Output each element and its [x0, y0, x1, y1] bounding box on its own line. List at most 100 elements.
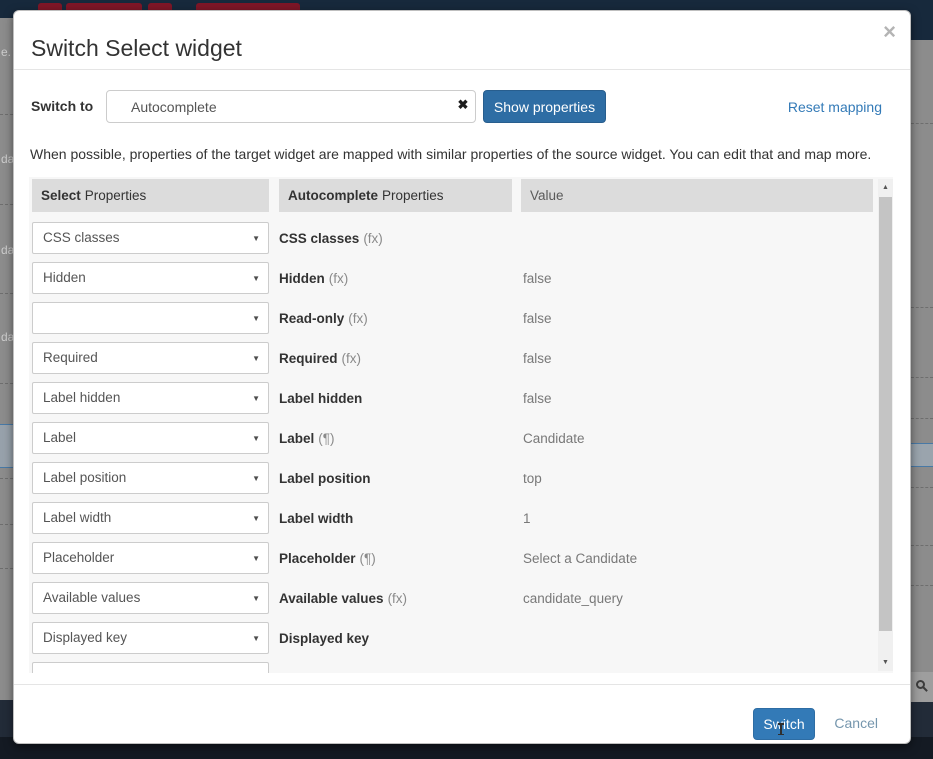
source-property-select-value: Label position [43, 463, 126, 493]
switch-to-input[interactable] [106, 90, 476, 123]
source-property-select[interactable]: Label width ▼ [32, 502, 269, 534]
source-property-select[interactable]: CSS classes▼ [32, 222, 269, 254]
dashed-divider [911, 487, 933, 488]
header-divider [14, 69, 910, 70]
source-property-select[interactable]: Label▼ [32, 422, 269, 454]
switch-to-label: Switch to [31, 98, 93, 114]
scrollbar-thumb[interactable] [879, 197, 892, 631]
dialog-title: Switch Select widget [31, 35, 242, 62]
table-row: Displayed key ▼ Displayed key [29, 618, 878, 658]
target-property-label: Placeholder (¶) [279, 551, 521, 566]
target-property-type-suffix: (¶) [318, 431, 334, 446]
target-property-label: Read-only (fx) [279, 311, 521, 326]
column-header-strong: Select [41, 188, 81, 203]
property-value: false [521, 351, 878, 366]
target-property-label: Label hidden [279, 391, 521, 406]
dashed-divider [0, 568, 13, 569]
target-property-label: Required(fx) [279, 351, 521, 366]
chevron-down-icon: ▼ [252, 354, 260, 363]
table-row: Required▼ Required(fx)false [29, 338, 878, 378]
cancel-link[interactable]: Cancel [834, 715, 878, 731]
dashed-divider [911, 418, 933, 419]
dashed-divider [0, 478, 13, 479]
target-property-name: Label [279, 431, 314, 446]
scroll-up-icon[interactable]: ▲ [878, 179, 893, 196]
dashed-divider [911, 307, 933, 308]
source-property-select-value: Label width [43, 503, 111, 533]
column-header-normal: Value [530, 188, 564, 203]
source-property-select[interactable]: Hidden ▼ [32, 262, 269, 294]
property-value: false [521, 311, 878, 326]
table-row: Label position▼Label positiontop [29, 458, 878, 498]
source-property-select[interactable]: ▼ [32, 662, 269, 673]
chevron-down-icon: ▼ [252, 394, 260, 403]
target-property-label: CSS classes(fx) [279, 231, 521, 246]
property-value: false [521, 271, 878, 286]
column-header-normal: Properties [85, 188, 147, 203]
chevron-down-icon: ▼ [252, 514, 260, 523]
target-property-name: Hidden [279, 271, 325, 286]
dashed-divider [0, 114, 13, 115]
reset-mapping-link[interactable]: Reset mapping [788, 99, 882, 115]
chevron-down-icon: ▼ [252, 594, 260, 603]
source-property-select-value: Displayed key [43, 623, 127, 653]
target-property-label: Label width [279, 511, 521, 526]
dashed-divider [0, 204, 13, 205]
chevron-down-icon: ▼ [252, 474, 260, 483]
background-page [0, 18, 13, 44]
target-property-name: Read-only [279, 311, 344, 326]
target-property-name: Label position [279, 471, 371, 486]
show-properties-button[interactable]: Show properties [483, 90, 606, 123]
table-row: ▼ [29, 658, 878, 673]
source-property-select[interactable]: Required▼ [32, 342, 269, 374]
footer-divider [14, 684, 910, 685]
target-property-name: Label hidden [279, 391, 362, 406]
source-property-select-value: Hidden [43, 263, 86, 293]
target-property-type-suffix: (fx) [348, 311, 368, 326]
table-row: Hidden ▼ Hidden(fx)false [29, 258, 878, 298]
chevron-down-icon: ▼ [252, 274, 260, 283]
source-property-select[interactable]: ▼ [32, 302, 269, 334]
text-cursor [780, 724, 782, 734]
dashed-divider [0, 524, 13, 525]
source-property-select[interactable]: Available values▼ [32, 582, 269, 614]
scroll-down-icon[interactable]: ▼ [878, 654, 893, 671]
table-row: Label▼Label(¶)Candidate [29, 418, 878, 458]
clear-icon[interactable]: ✖ [454, 97, 472, 113]
target-property-type-suffix: (¶) [360, 551, 376, 566]
target-property-name: Displayed key [279, 631, 369, 646]
chevron-down-icon: ▼ [252, 634, 260, 643]
search-icon [916, 680, 925, 689]
source-property-select[interactable]: Label hidden▼ [32, 382, 269, 414]
dashed-divider [0, 293, 13, 294]
chevron-down-icon: ▼ [252, 554, 260, 563]
dashed-divider [911, 377, 933, 378]
selected-field-outline [0, 424, 13, 468]
table-scrollbar[interactable]: ▲ ▼ [878, 179, 893, 671]
column-header-autocomplete-properties: AutocompleteProperties [279, 179, 512, 212]
table-row: Placeholder ▼ Placeholder (¶) Select a Candi… [29, 538, 878, 578]
close-icon[interactable]: × [883, 21, 896, 43]
background-text-fragment: e. [1, 45, 11, 59]
dashed-divider [0, 383, 13, 384]
selected-field-outline [911, 443, 933, 467]
target-property-name: Placeholder [279, 551, 356, 566]
chevron-down-icon: ▼ [252, 234, 260, 243]
target-property-label: Label (¶) [279, 431, 521, 446]
switch-button[interactable]: Switch [753, 708, 815, 740]
table-row: Available values▼Available values(fx)can… [29, 578, 878, 618]
switch-widget-dialog: Switch Select widget × Switch to ✖ Show … [13, 10, 911, 744]
table-row: Label width▼Label width1 [29, 498, 878, 538]
mapping-description: When possible, properties of the target … [30, 146, 898, 162]
source-property-select[interactable]: Placeholder ▼ [32, 542, 269, 574]
property-value: Select a Candidate [521, 551, 878, 566]
property-value: false [521, 391, 878, 406]
source-property-select[interactable]: Displayed key ▼ [32, 622, 269, 654]
source-property-select-value: Placeholder [43, 543, 114, 573]
target-property-label: Hidden(fx) [279, 271, 521, 286]
properties-table-body: CSS classes▼CSS classes(fx)Hidden▼Hidden… [29, 218, 878, 673]
target-property-label: Available values(fx) [279, 591, 521, 606]
source-property-select[interactable]: Label position ▼ [32, 462, 269, 494]
column-header-value: Value [521, 179, 873, 212]
target-property-label: Displayed key [279, 631, 521, 646]
